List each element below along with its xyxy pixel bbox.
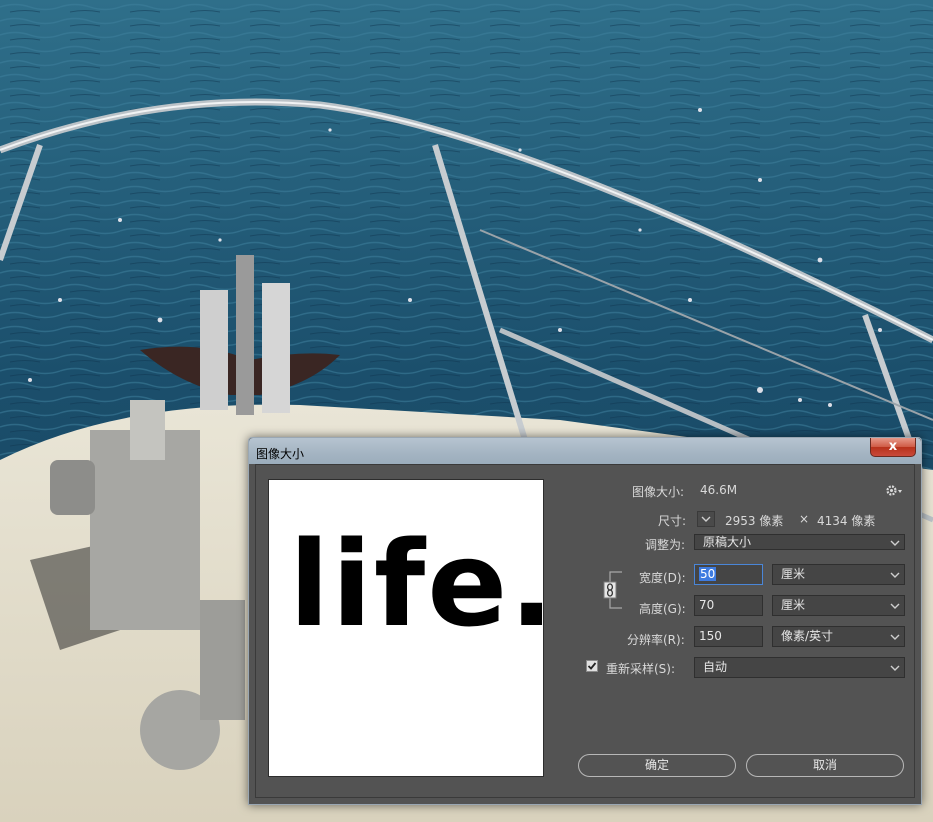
resolution-unit: 像素/英寸 [781, 629, 834, 643]
close-button[interactable]: x [870, 438, 916, 457]
width-unit-dropdown[interactable]: 厘米 [772, 564, 905, 585]
chevron-down-icon [890, 572, 900, 578]
height-input[interactable]: 70 [694, 595, 763, 616]
preview-text: life. [289, 515, 543, 653]
ok-button[interactable]: 确定 [578, 754, 736, 777]
gear-icon[interactable] [885, 484, 903, 497]
checkmark-icon [587, 662, 597, 670]
width-value: 50 [699, 567, 717, 581]
resolution-unit-dropdown[interactable]: 像素/英寸 [772, 626, 905, 647]
resolution-label: 分辨率(R): [627, 633, 685, 647]
chevron-down-icon [890, 540, 900, 546]
dialog-titlebar[interactable]: 图像大小 x [249, 438, 921, 464]
fit-to-value: 原稿大小 [703, 535, 752, 549]
width-label: 宽度(D): [639, 571, 686, 585]
chevron-down-icon [890, 603, 900, 609]
fit-to-dropdown[interactable]: 原稿大小 [694, 534, 905, 550]
resample-checkbox[interactable] [586, 660, 598, 672]
image-preview[interactable]: life. [268, 479, 554, 777]
height-label: 高度(G): [639, 602, 686, 616]
dialog-title: 图像大小 [256, 447, 305, 461]
image-size-value: 46.6M [700, 483, 738, 497]
image-size-label: 图像大小: [632, 485, 685, 499]
dimensions-width-value: 2953 像素 [725, 514, 784, 528]
cancel-button[interactable]: 取消 [746, 754, 904, 777]
chevron-down-icon [890, 634, 900, 640]
fit-to-label: 调整为: [645, 538, 686, 552]
height-value: 70 [699, 598, 715, 612]
dimensions-chevron-icon[interactable] [697, 511, 715, 527]
dimensions-times: × [799, 512, 810, 526]
chevron-down-icon [890, 665, 900, 671]
dialog-client: life. 图像大小: 46.6M 尺寸: 2953 像素 × 4134 像素 … [255, 464, 915, 798]
dimensions-height-value: 4134 像素 [817, 514, 876, 528]
resample-value: 自动 [703, 660, 728, 674]
dimensions-label: 尺寸: [658, 514, 687, 528]
width-unit: 厘米 [781, 567, 806, 581]
image-size-dialog: 图像大小 x life. 图像大小: 46.6M 尺寸: 2953 像素 × 4… [248, 437, 922, 805]
preview-canvas: life. [289, 515, 554, 653]
chain-link-icon[interactable] [602, 570, 628, 610]
width-input[interactable]: 50 [694, 564, 763, 585]
height-unit: 厘米 [781, 598, 806, 612]
height-unit-dropdown[interactable]: 厘米 [772, 595, 905, 616]
resample-dropdown[interactable]: 自动 [694, 657, 905, 678]
resolution-value: 150 [699, 629, 722, 643]
resample-label: 重新采样(S): [606, 662, 676, 676]
close-icon: x [888, 439, 898, 454]
resolution-input[interactable]: 150 [694, 626, 763, 647]
